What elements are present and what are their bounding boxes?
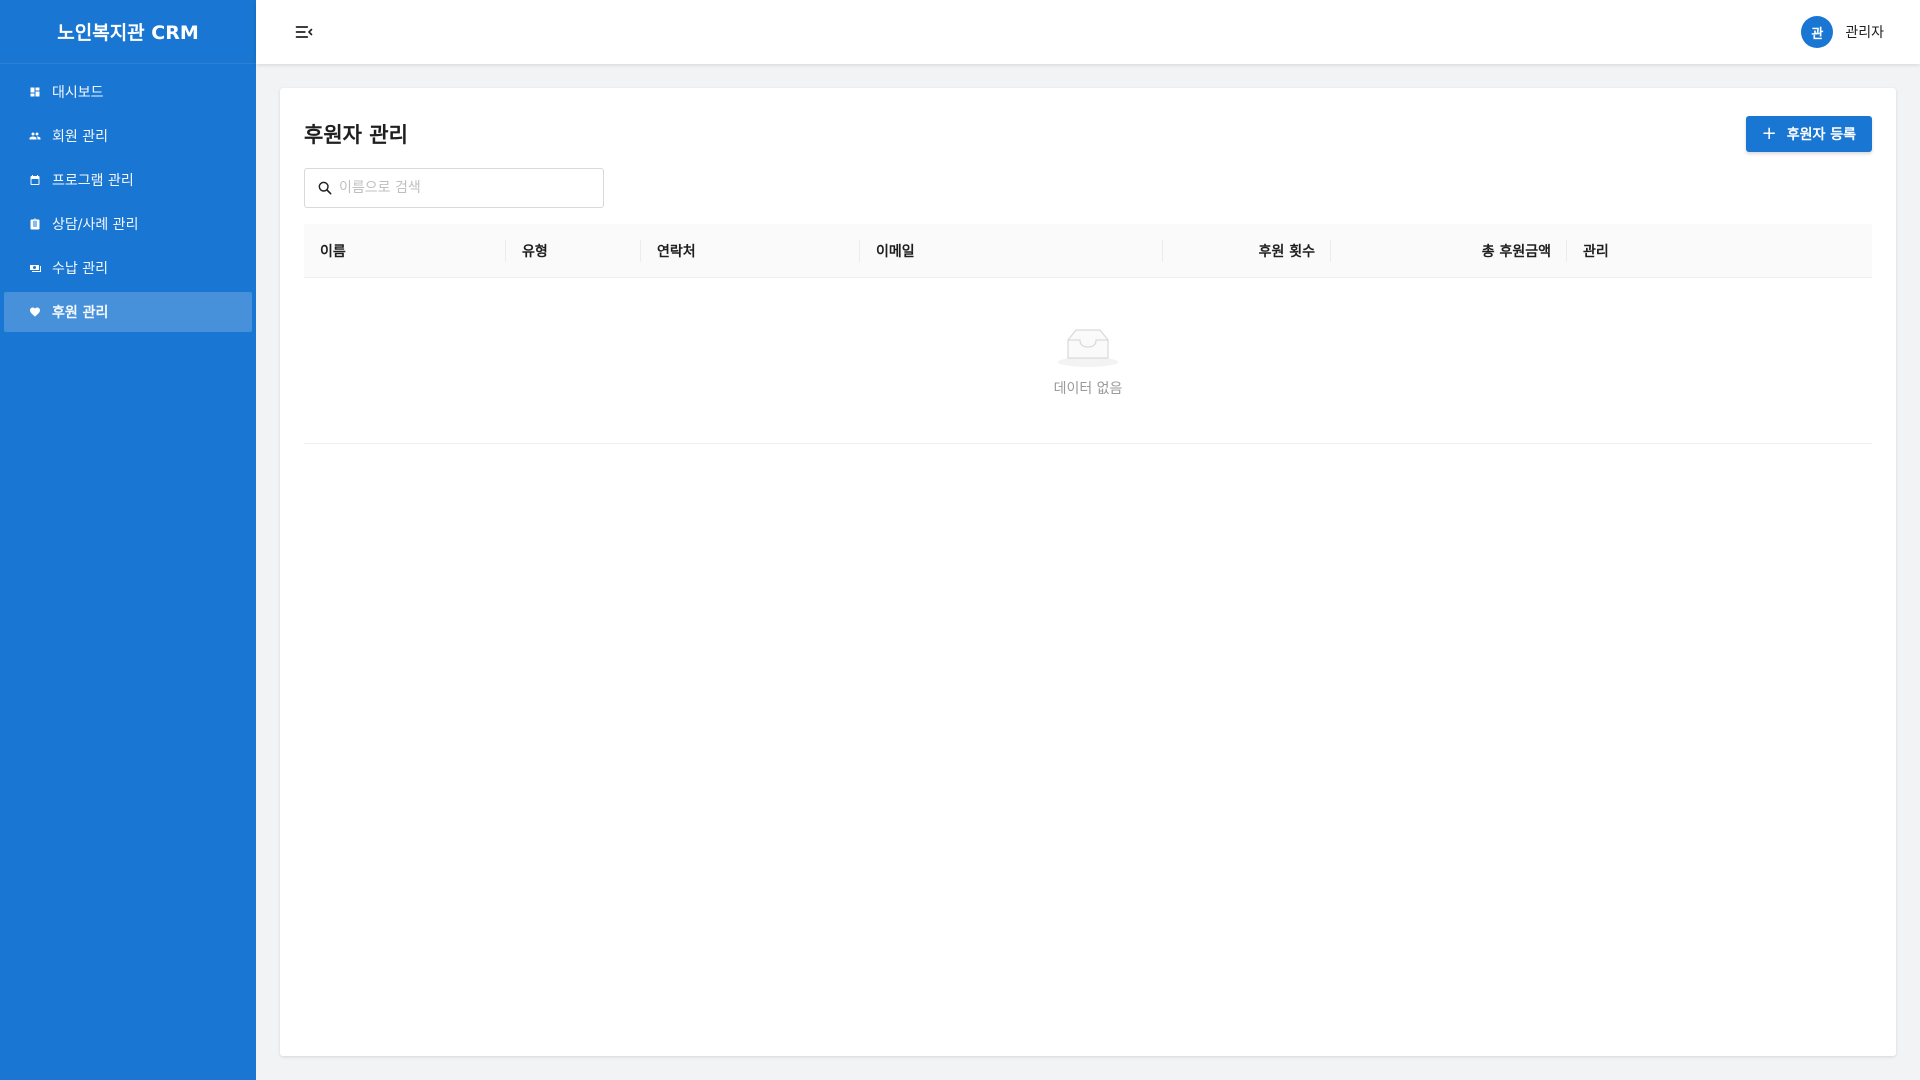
- empty-inbox-icon: [1058, 328, 1118, 367]
- plus-icon: +: [1761, 123, 1777, 144]
- sidebar-item-programs[interactable]: 프로그램 관리: [4, 160, 252, 200]
- sidebar-item-members[interactable]: 회원 관리: [4, 116, 252, 156]
- column-header-phone[interactable]: 연락처: [641, 224, 860, 277]
- empty-state-text: 데이터 없음: [1053, 380, 1123, 397]
- app-logo-title[interactable]: 노인복지관 CRM: [0, 0, 256, 64]
- calendar-icon: [28, 173, 42, 187]
- main-card: 후원자 관리 + 후원자 등록 이름 유형 연락처 이메일 후원 횟수 총 후원…: [280, 88, 1896, 1056]
- search-input[interactable]: [339, 180, 591, 196]
- dashboard-icon: [28, 85, 42, 99]
- column-header-total-amount[interactable]: 총 후원금액: [1331, 224, 1567, 277]
- donor-table: 이름 유형 연락처 이메일 후원 횟수 총 후원금액 관리 데이터 없음: [304, 224, 1872, 444]
- sidebar-item-label: 대시보드: [52, 85, 104, 101]
- table-header: 이름 유형 연락처 이메일 후원 횟수 총 후원금액 관리: [304, 224, 1872, 278]
- sidebar: 노인복지관 CRM 대시보드 회원 관리 프로그램 관리 상담/사례 관리 수납…: [0, 0, 256, 1080]
- column-header-email[interactable]: 이메일: [860, 224, 1163, 277]
- search-box: [304, 168, 604, 208]
- sidebar-item-label: 수납 관리: [52, 261, 108, 277]
- heart-icon: [28, 305, 42, 319]
- sidebar-item-label: 회원 관리: [52, 129, 108, 145]
- sidebar-item-dashboard[interactable]: 대시보드: [4, 72, 252, 112]
- menu-fold-icon: [295, 26, 313, 38]
- users-icon: [28, 129, 42, 143]
- column-header-name[interactable]: 이름: [304, 224, 506, 277]
- add-donor-button[interactable]: + 후원자 등록: [1745, 116, 1872, 152]
- user-name: 관리자: [1845, 25, 1884, 41]
- sidebar-item-label: 프로그램 관리: [52, 173, 134, 189]
- page-title: 후원자 관리: [304, 123, 408, 147]
- sidebar-item-counseling[interactable]: 상담/사례 관리: [4, 204, 252, 244]
- money-icon: [28, 261, 42, 275]
- column-header-donation-count[interactable]: 후원 횟수: [1163, 224, 1331, 277]
- avatar: 관: [1801, 16, 1834, 48]
- top-header: 관 관리자: [256, 0, 1920, 64]
- sidebar-item-label: 후원 관리: [52, 305, 109, 321]
- column-header-actions: 관리: [1583, 243, 1609, 260]
- search-icon: [318, 181, 332, 195]
- sidebar-item-label: 상담/사례 관리: [52, 217, 139, 233]
- clipboard-icon: [28, 217, 42, 231]
- column-header-type[interactable]: 유형: [506, 224, 641, 277]
- add-donor-label: 후원자 등록: [1786, 127, 1856, 143]
- user-menu[interactable]: 관 관리자: [1801, 16, 1884, 48]
- table-empty-state: 데이터 없음: [304, 278, 1872, 444]
- sidebar-nav: 대시보드 회원 관리 프로그램 관리 상담/사례 관리 수납 관리 후원 관리: [0, 64, 256, 332]
- sidebar-item-payments[interactable]: 수납 관리: [4, 248, 252, 288]
- card-header: 후원자 관리 + 후원자 등록: [304, 116, 1872, 152]
- sidebar-item-donations[interactable]: 후원 관리: [4, 292, 252, 332]
- menu-fold-button[interactable]: [292, 20, 316, 44]
